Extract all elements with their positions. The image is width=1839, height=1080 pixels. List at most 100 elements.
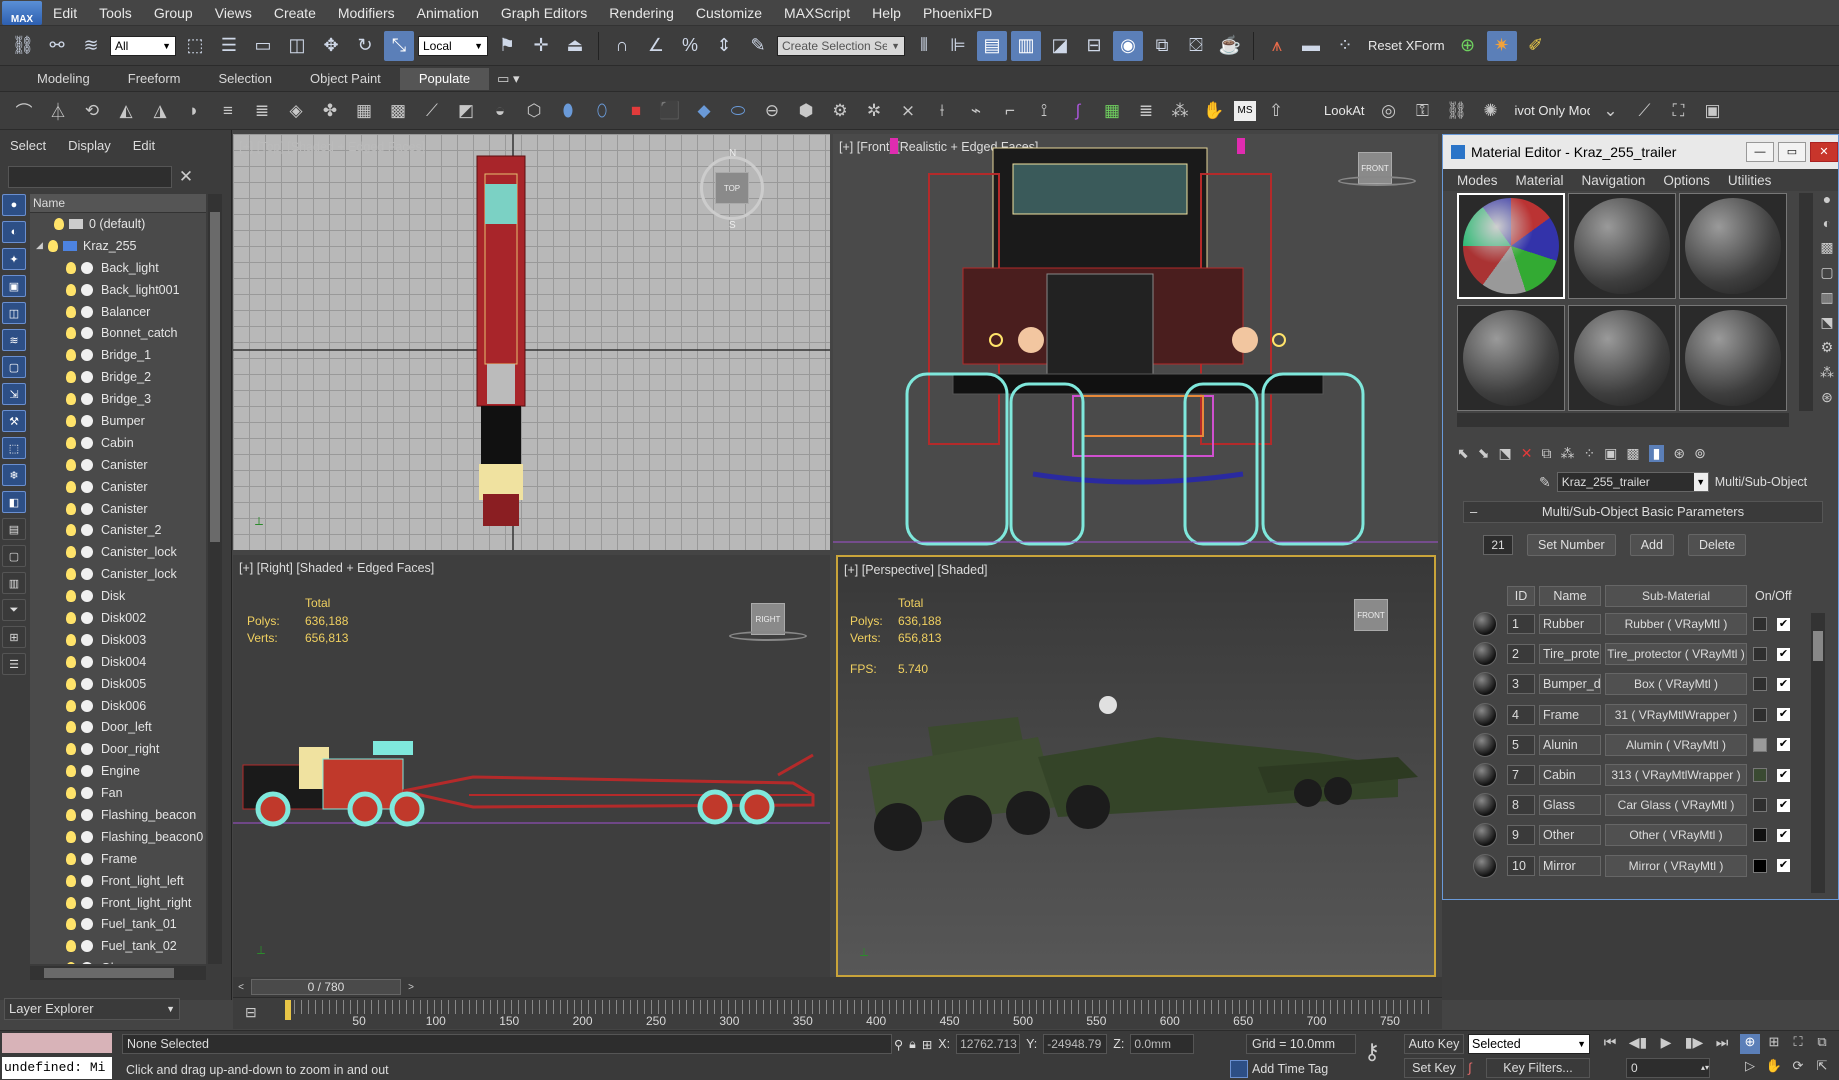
explorer-object-row[interactable]: Canister_lock <box>30 541 206 563</box>
angle-snap-icon[interactable]: ∠ <box>641 31 671 61</box>
maxscript-output[interactable]: undefined: Mi <box>2 1057 112 1079</box>
x-field[interactable]: 12762.713 <box>956 1034 1021 1054</box>
me-menu-navigation[interactable]: Navigation <box>1582 173 1646 188</box>
double-chevron-down-icon[interactable]: ⌄ <box>1596 96 1624 126</box>
submaterial-swatch[interactable] <box>1473 732 1501 757</box>
ribbon-options-icon[interactable]: ▭ ▾ <box>489 68 527 90</box>
submaterial-name[interactable]: Cabin <box>1539 765 1601 786</box>
pan-icon[interactable]: ✋ <box>1764 1058 1784 1078</box>
put-to-library-icon[interactable]: ⁂ <box>1560 445 1574 462</box>
submaterial-button[interactable]: 31 ( VRayMtlWrapper ) <box>1605 703 1747 726</box>
render-setup-icon[interactable]: ⧉ <box>1147 31 1177 61</box>
spinner-icon[interactable]: ▴▾ <box>1701 1059 1709 1077</box>
maxscript-icon[interactable]: MS <box>1234 100 1256 121</box>
capsule-icon[interactable]: ⬭ <box>724 96 752 126</box>
lightbulb-icon[interactable] <box>66 655 76 668</box>
lightbulb-icon[interactable] <box>66 611 76 624</box>
submaterial-color[interactable] <box>1753 707 1767 722</box>
get-material-icon[interactable]: ⬉ <box>1457 445 1469 462</box>
absolute-mode-icon[interactable]: ⊞ <box>922 1037 932 1052</box>
tab-populate[interactable]: Populate <box>399 67 490 90</box>
uv-tiling-icon[interactable]: ▢ <box>1820 264 1833 281</box>
explorer-object-row[interactable]: Balancer <box>30 301 206 323</box>
explorer-search-input[interactable] <box>8 166 172 188</box>
explorer-object-row[interactable]: Door_left <box>30 716 206 738</box>
lightbulb-icon[interactable] <box>66 830 76 843</box>
explorer-menu-display[interactable]: Display <box>68 138 111 153</box>
lightbulb-icon[interactable] <box>66 436 76 449</box>
time-slider[interactable]: < 0 / 780 > <box>233 977 1442 997</box>
filter-lights-icon[interactable]: ✦ <box>2 248 26 270</box>
submaterial-on-checkbox[interactable]: ✔ <box>1777 798 1790 812</box>
submaterial-on-checkbox[interactable]: ✔ <box>1777 738 1790 752</box>
layer-row-default[interactable]: 0 (default) <box>30 213 206 235</box>
submaterial-button[interactable]: 313 ( VRayMtlWrapper ) <box>1605 764 1747 787</box>
slots-scrollbar[interactable] <box>1799 193 1813 411</box>
key-tangent-icon[interactable]: ∫ <box>1468 1060 1472 1075</box>
assign-to-selection-icon[interactable]: ⬔ <box>1498 445 1511 462</box>
lightbulb-icon[interactable] <box>66 677 76 690</box>
explorer-object-row[interactable]: Disk003 <box>30 629 206 651</box>
percent-snap-icon[interactable]: % <box>675 31 705 61</box>
lightbulb-icon[interactable] <box>66 962 76 964</box>
add-button[interactable]: Add <box>1629 534 1674 556</box>
fov-icon[interactable]: ▷ <box>1740 1058 1760 1078</box>
layer-row-kraz[interactable]: ◢ Kraz_255 <box>30 235 206 257</box>
submaterial-swatch[interactable] <box>1473 612 1501 637</box>
time-next-arrow-icon[interactable]: > <box>403 982 419 993</box>
me-menu-utilities[interactable]: Utilities <box>1728 173 1772 188</box>
gear-mesh-icon[interactable]: ⚙ <box>826 96 854 126</box>
set-number-button[interactable]: Set Number <box>1527 534 1616 556</box>
tube-icon[interactable]: ⬯ <box>588 96 616 126</box>
submaterial-name[interactable]: Bumper_di <box>1539 674 1601 695</box>
pencil-icon[interactable]: ✐ <box>1521 31 1551 61</box>
time-prev-arrow-icon[interactable]: < <box>233 982 249 993</box>
tab-selection[interactable]: Selection <box>200 68 291 90</box>
window-crossing-icon[interactable]: ◫ <box>282 31 312 61</box>
submaterial-on-checkbox[interactable]: ✔ <box>1777 647 1790 661</box>
graph-icon[interactable]: ⟟ <box>1030 96 1058 126</box>
explorer-object-row[interactable]: Bonnet_catch <box>30 322 206 344</box>
go-forward-sibling-icon[interactable]: ⊛ <box>1673 445 1685 462</box>
explorer-object-row[interactable]: Bridge_3 <box>30 388 206 410</box>
material-slot-5[interactable] <box>1568 304 1676 411</box>
submaterial-button[interactable]: Box ( VRayMtl ) <box>1605 673 1747 696</box>
minimize-button[interactable]: — <box>1746 142 1774 162</box>
select-by-name-icon[interactable]: ☰ <box>214 31 244 61</box>
lightbulb-icon[interactable] <box>66 393 76 406</box>
material-editor-icon[interactable]: ◉ <box>1113 30 1143 61</box>
viewcube[interactable]: TOP <box>715 172 749 204</box>
submaterial-color[interactable] <box>1753 677 1767 692</box>
xform-icon[interactable]: ⨯ <box>894 96 922 126</box>
menu-modifiers[interactable]: Modifiers <box>327 0 406 26</box>
submaterial-name[interactable]: Mirror <box>1539 855 1601 876</box>
material-slot-1[interactable] <box>1457 193 1565 299</box>
rotate-icon[interactable]: ↻ <box>350 31 380 61</box>
slots-hscrollbar[interactable] <box>1457 413 1789 427</box>
schematic-view-icon[interactable]: ⊟ <box>1079 31 1109 61</box>
viewport-top[interactable]: [+] [Top] [Shaded + Edged Faces] N S TOP… <box>233 134 830 550</box>
filter-xrefs-icon[interactable]: ⇲ <box>2 383 26 405</box>
submaterial-swatch[interactable] <box>1473 763 1501 788</box>
scrollbar-thumb[interactable] <box>210 212 220 542</box>
lightbulb-icon[interactable] <box>66 633 76 646</box>
explorer-object-row[interactable]: Fan <box>30 782 206 804</box>
menu-maxscript[interactable]: MAXScript <box>773 0 861 26</box>
lightbulb-icon[interactable] <box>66 721 76 734</box>
box-icon[interactable]: ⬛ <box>656 96 684 126</box>
menu-help[interactable]: Help <box>861 0 912 26</box>
lightbulb-icon[interactable] <box>66 371 76 384</box>
filter-containers-icon[interactable]: ⬚ <box>2 437 26 459</box>
go-to-end-icon[interactable]: ⏭ <box>1710 1034 1734 1051</box>
submaterial-id[interactable]: 2 <box>1507 644 1535 665</box>
lightbulb-icon[interactable] <box>66 261 76 274</box>
filter-shapes-icon[interactable]: ◐ <box>2 221 26 243</box>
explorer-hscrollbar[interactable] <box>30 966 206 980</box>
symmetry-icon[interactable]: ⟊ <box>928 96 956 126</box>
y-field[interactable]: -24948.79 <box>1043 1034 1108 1054</box>
rendered-frame-window-icon[interactable]: ⛋ <box>1181 31 1211 61</box>
submaterial-color[interactable] <box>1753 768 1767 783</box>
close-icon[interactable]: ✕ <box>176 166 196 188</box>
submaterial-swatch[interactable] <box>1473 672 1501 697</box>
submaterial-id[interactable]: 10 <box>1507 855 1535 876</box>
